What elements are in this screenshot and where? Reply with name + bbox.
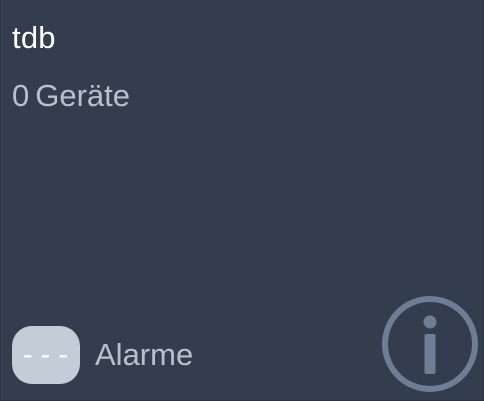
device-label: Geräte [35, 78, 131, 113]
alarm-label: Alarme [95, 337, 194, 372]
device-count-line: 0 Geräte [12, 76, 130, 116]
alarm-count-badge: --- [12, 326, 80, 384]
info-icon[interactable] [379, 293, 481, 395]
info-circle-icon [382, 296, 478, 392]
device-count: 0 [12, 78, 30, 113]
alarm-row: --- Alarme [12, 326, 193, 384]
tile-title: tdb [12, 20, 56, 55]
device-group-tile[interactable]: tdb 0 Geräte --- Alarme [0, 0, 484, 401]
